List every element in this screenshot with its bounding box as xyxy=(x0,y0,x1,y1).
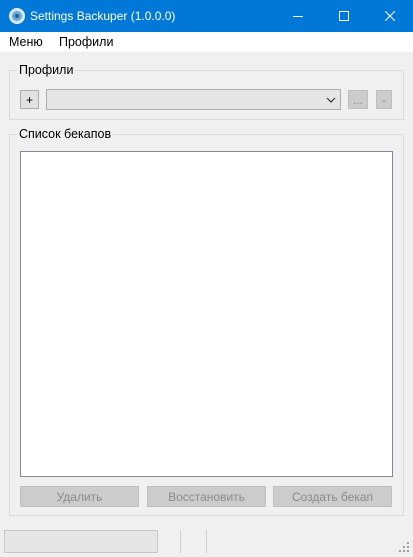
maximize-button[interactable] xyxy=(321,0,367,32)
window-title: Settings Backuper (1.0.0.0) xyxy=(30,9,176,23)
menu-bar: Меню Профили xyxy=(0,32,413,52)
status-separator xyxy=(180,530,181,553)
chevron-down-icon xyxy=(326,97,336,103)
profile-select[interactable] xyxy=(46,89,341,110)
backups-group-label: Список бекапов xyxy=(17,127,114,141)
add-profile-button[interactable]: + xyxy=(20,90,39,109)
delete-backup-button[interactable]: Удалить xyxy=(20,486,139,507)
title-bar[interactable]: Settings Backuper (1.0.0.0) xyxy=(0,0,413,32)
menu-item-profiles[interactable]: Профили xyxy=(59,35,113,49)
backup-list[interactable] xyxy=(20,151,393,477)
maximize-icon xyxy=(339,11,349,21)
profiles-group-label: Профили xyxy=(17,63,76,77)
restore-backup-button[interactable]: Восстановить xyxy=(147,486,266,507)
minimize-button[interactable] xyxy=(275,0,321,32)
status-separator xyxy=(206,530,207,553)
resize-grip-icon[interactable] xyxy=(399,542,410,553)
minimize-icon xyxy=(293,16,303,17)
progress-bar xyxy=(4,530,158,553)
status-bar xyxy=(0,526,413,557)
menu-item-menu[interactable]: Меню xyxy=(9,35,43,49)
profile-more-button[interactable]: ... xyxy=(348,90,368,109)
remove-profile-button[interactable]: - xyxy=(376,90,392,109)
app-disc-icon xyxy=(9,8,25,24)
create-backup-button[interactable]: Создать бекап xyxy=(273,486,392,507)
close-icon xyxy=(385,11,395,21)
close-button[interactable] xyxy=(367,0,413,32)
